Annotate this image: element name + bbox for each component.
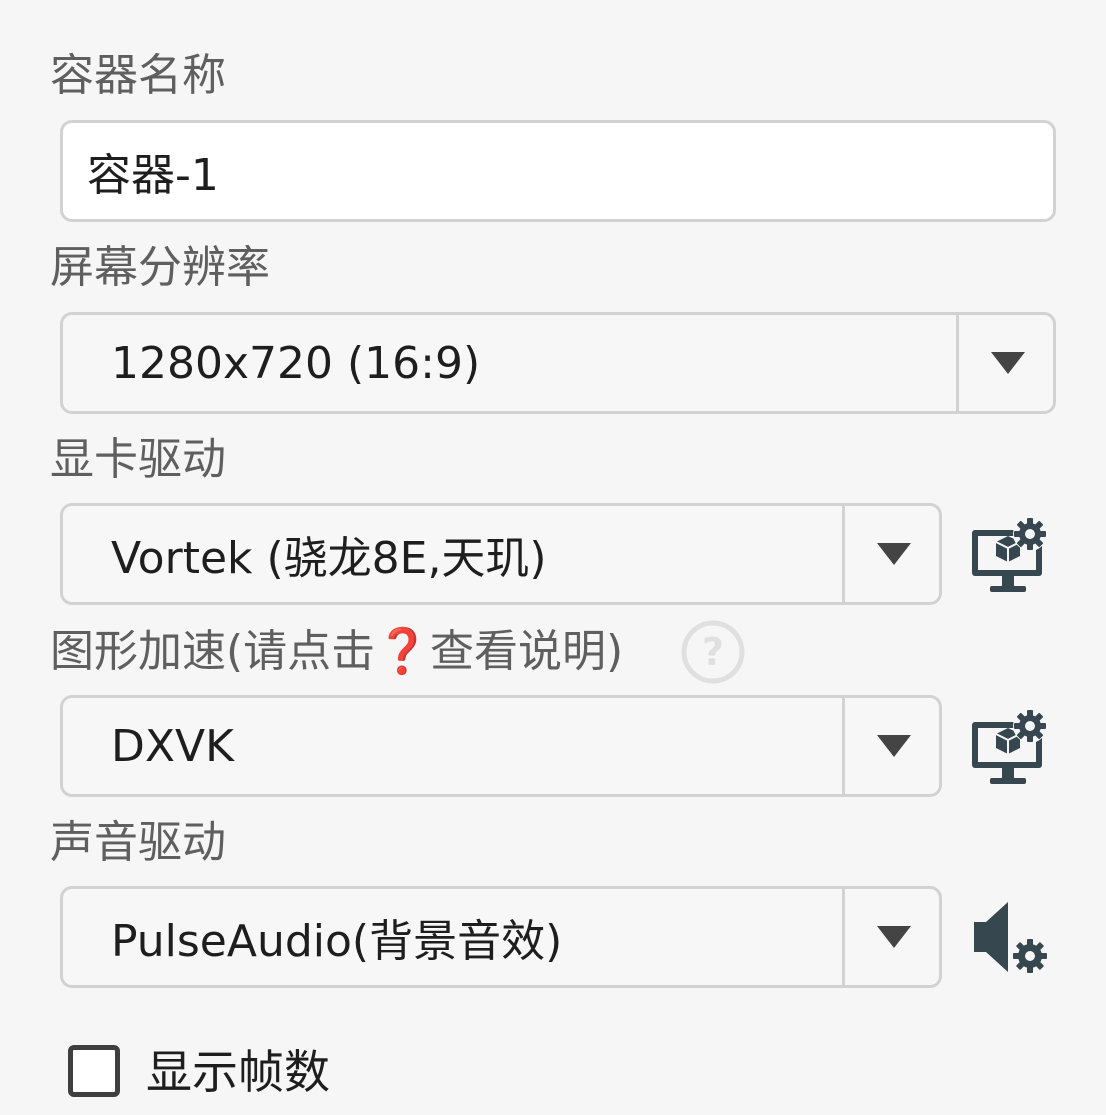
audio-driver-label: 声音驱动: [50, 817, 226, 868]
dx-wrapper-value: DXVK: [111, 720, 234, 772]
dx-wrapper-label: 图形加速(请点击❓查看说明): [50, 626, 624, 677]
audio-driver-select[interactable]: PulseAudio(背景音效): [60, 886, 942, 988]
show-fps-checkbox[interactable]: [68, 1045, 120, 1097]
show-fps-label[interactable]: 显示帧数: [146, 1042, 330, 1102]
question-circle-icon[interactable]: ?: [680, 619, 746, 685]
chevron-down-icon[interactable]: [959, 315, 1057, 411]
graphics-driver-settings-icon[interactable]: [968, 512, 1052, 596]
dx-wrapper-settings-icon[interactable]: [968, 704, 1052, 788]
graphics-driver-label: 显卡驱动: [50, 434, 226, 485]
resolution-value: 1280x720 (16:9): [111, 337, 481, 389]
container-name-input[interactable]: 容器-1: [60, 120, 1056, 222]
dx-wrapper-select[interactable]: DXVK: [60, 695, 942, 797]
container-name-value[interactable]: 容器-1: [87, 123, 219, 219]
resolution-label: 屏幕分辨率: [50, 242, 270, 293]
chevron-down-icon[interactable]: [845, 889, 943, 985]
graphics-driver-select[interactable]: Vortek (骁龙8E,天玑): [60, 503, 942, 605]
container-name-label: 容器名称: [50, 50, 226, 101]
svg-text:?: ?: [702, 630, 724, 674]
chevron-down-icon[interactable]: [845, 698, 943, 794]
audio-driver-settings-icon[interactable]: [968, 898, 1052, 982]
audio-driver-value: PulseAudio(背景音效): [111, 916, 563, 967]
resolution-select[interactable]: 1280x720 (16:9): [60, 312, 1056, 414]
chevron-down-icon[interactable]: [845, 506, 943, 602]
graphics-driver-value: Vortek (骁龙8E,天玑): [111, 533, 547, 584]
